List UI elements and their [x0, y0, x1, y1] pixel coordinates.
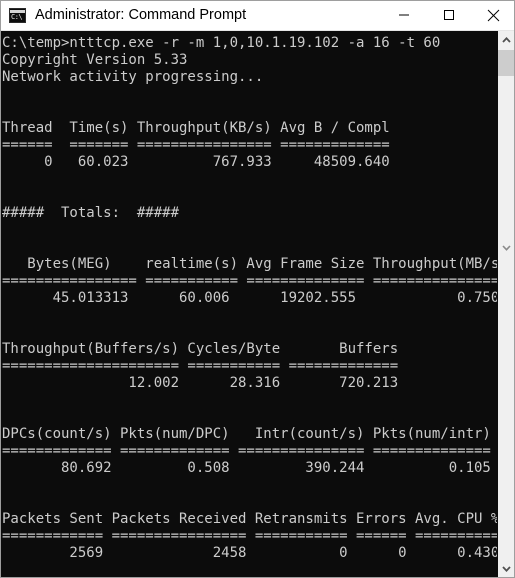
chevron-down-icon — [501, 565, 511, 572]
scrollbar-track[interactable] — [498, 76, 514, 560]
minimize-icon — [398, 14, 409, 16]
command-prompt-icon: C:\ — [9, 7, 26, 23]
vertical-scrollbar[interactable] — [497, 31, 514, 577]
command-prompt-icon-glyph: C:\ — [11, 12, 23, 21]
scrollbar-page-down-marker[interactable] — [498, 241, 514, 255]
maximize-button[interactable] — [426, 0, 471, 30]
close-icon — [487, 9, 500, 21]
command-prompt-window: C:\ Administrator: Command Prompt C:\tem… — [0, 0, 515, 578]
chevron-down-icon — [501, 245, 511, 251]
chevron-up-icon — [501, 36, 511, 43]
minimize-button[interactable] — [381, 0, 426, 30]
window-title: Administrator: Command Prompt — [35, 7, 247, 23]
maximize-icon — [443, 10, 454, 20]
scrollbar-thumb[interactable] — [498, 50, 514, 76]
console-output-area[interactable]: C:\temp>ntttcp.exe -r -m 1,0,10.1.19.102… — [1, 31, 499, 577]
scroll-up-button[interactable] — [498, 31, 514, 48]
scroll-down-button[interactable] — [498, 560, 514, 577]
window-top-border — [1, 0, 514, 1]
console-text: C:\temp>ntttcp.exe -r -m 1,0,10.1.19.102… — [2, 35, 499, 561]
title-bar[interactable]: C:\ Administrator: Command Prompt — [1, 0, 514, 31]
close-button[interactable] — [471, 0, 514, 30]
